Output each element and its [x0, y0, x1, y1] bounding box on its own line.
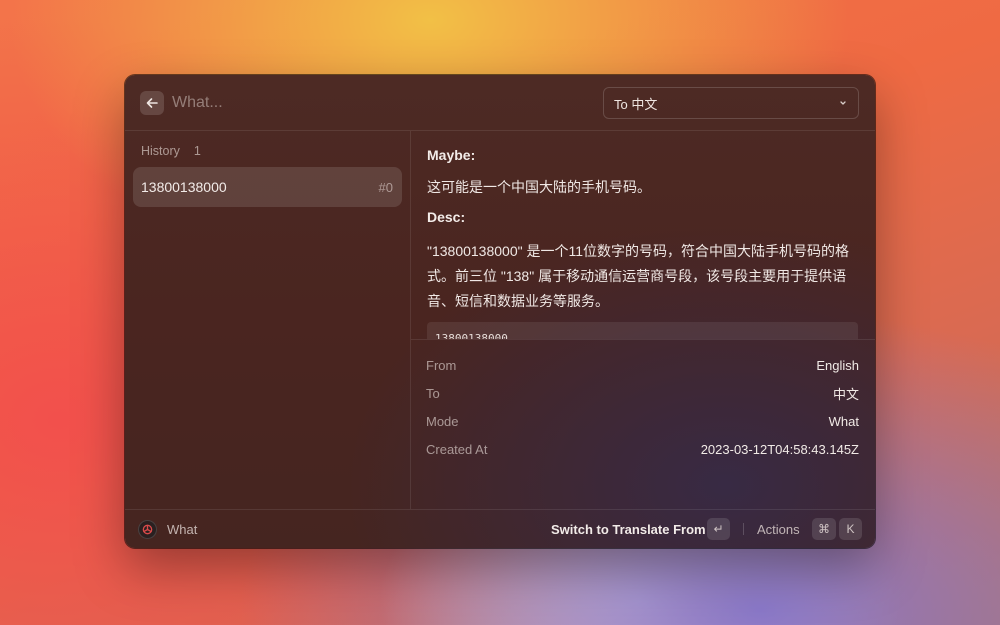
raycast-window: To 中文 History 1 13800138000 #0 Maybe: 这可…: [125, 75, 875, 548]
action-bar: What Switch to Translate From ↵ Actions …: [125, 509, 875, 548]
language-dropdown-value: To 中文: [614, 96, 658, 112]
metadata-row-to: To 中文: [426, 379, 859, 407]
list-item-accessory: #0: [378, 179, 393, 195]
language-dropdown[interactable]: To 中文: [603, 87, 859, 119]
desc-heading: Desc:: [427, 209, 466, 225]
metadata-row-created-at: Created At 2023-03-12T04:58:43.145Z: [426, 435, 859, 463]
metadata-row-from: From English: [426, 351, 859, 379]
metadata-label: Mode: [426, 413, 459, 429]
history-section-title: History: [141, 144, 180, 158]
chevron-down-icon: [840, 101, 846, 105]
k-key-hint: K: [839, 518, 862, 540]
history-section-header: History 1: [141, 144, 201, 158]
metadata-row-mode: Mode What: [426, 407, 859, 435]
metadata-value: 2023-03-12T04:58:43.145Z: [700, 441, 859, 457]
metadata-value: English: [816, 357, 859, 373]
divider: [743, 523, 744, 535]
list-item[interactable]: 13800138000 #0: [133, 167, 402, 207]
arrow-left-icon: [146, 98, 158, 108]
maybe-text: 这可能是一个中国大陆的手机号码。: [427, 179, 651, 195]
metadata-value: 中文: [832, 386, 859, 402]
desc-text: "13800138000" 是一个11位数字的号码，符合中国大陆手机号码的格式。…: [427, 243, 850, 309]
openai-logo-glyph: [142, 524, 153, 535]
list-item-title: 13800138000: [141, 179, 227, 195]
back-button[interactable]: [140, 91, 164, 115]
metadata-label: To: [426, 385, 440, 401]
search-bar: To 中文: [125, 75, 875, 131]
history-list: History 1 13800138000 #0: [125, 131, 411, 509]
openai-icon: [138, 520, 157, 539]
command-key-hint: ⌘: [812, 518, 836, 540]
detail-metadata: From English To 中文 Mode What Created At …: [411, 339, 875, 509]
actions-button[interactable]: Actions: [757, 522, 800, 537]
detail-markdown: Maybe: 这可能是一个中国大陆的手机号码。 Desc: "138001380…: [411, 131, 875, 339]
maybe-heading: Maybe:: [427, 147, 476, 163]
metadata-value: What: [828, 413, 859, 429]
enter-key-hint: ↵: [707, 518, 730, 540]
code-block: 13800138000: [427, 322, 858, 339]
history-section-count: 1: [193, 144, 201, 158]
extension-name: What: [167, 522, 198, 537]
metadata-label: Created At: [426, 441, 488, 457]
primary-action-button[interactable]: Switch to Translate From: [551, 522, 706, 537]
search-input[interactable]: [172, 89, 572, 117]
metadata-label: From: [426, 357, 457, 373]
